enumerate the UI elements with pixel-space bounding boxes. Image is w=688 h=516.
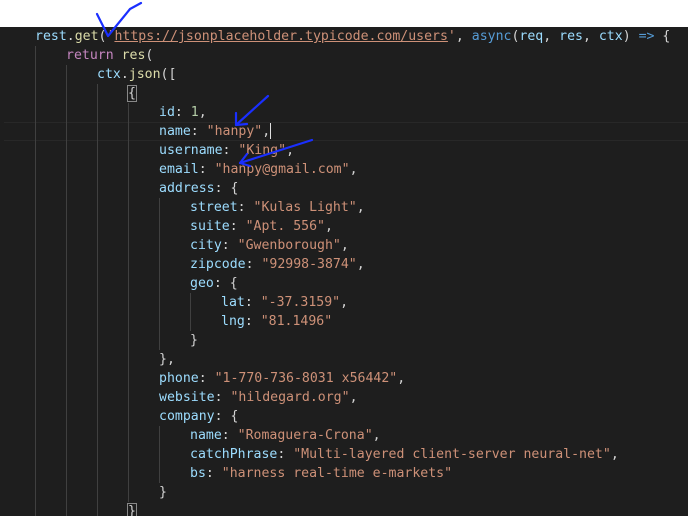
- matched-bracket-close: }: [127, 503, 137, 516]
- code-line-bs: bs: "harness real-time e-markets": [0, 464, 688, 483]
- text-cursor: [270, 123, 272, 139]
- code-line-catchphrase: catchPhrase: "Multi-layered client-serve…: [0, 445, 688, 464]
- matched-bracket-open: {: [127, 85, 137, 102]
- code-lines: rest.get('https://jsonplaceholder.typico…: [0, 27, 688, 516]
- token-async: async: [471, 29, 512, 44]
- code-line-website: website: "hildegard.org",: [0, 388, 688, 407]
- url-link[interactable]: https://jsonplaceholder.typicode.com/use…: [114, 29, 447, 44]
- token-rest: rest: [35, 29, 67, 44]
- code-editor[interactable]: rest.get('https://jsonplaceholder.typico…: [0, 27, 688, 516]
- code-line-city: city: "Gwenborough",: [0, 236, 688, 255]
- code-line-lng: lng: "81.1496": [0, 312, 688, 331]
- code-line-zipcode: zipcode: "92998-3874",: [0, 255, 688, 274]
- code-line-suite: suite: "Apt. 556",: [0, 217, 688, 236]
- code-line-geo-close: }: [0, 331, 688, 350]
- token-get: get: [74, 29, 99, 44]
- code-line-id: id: 1,: [0, 103, 688, 122]
- code-line-lat: lat: "-37.3159",: [0, 293, 688, 312]
- code-line-close-brace: }: [0, 502, 688, 516]
- code-line-company: company: {: [0, 407, 688, 426]
- code-line-geo: geo: {: [0, 274, 688, 293]
- code-line-email: email: "hanpy@gmail.com",: [0, 160, 688, 179]
- code-line-phone: phone: "1-770-736-8031 x56442",: [0, 369, 688, 388]
- code-line-company-name: name: "Romaguera-Crona",: [0, 426, 688, 445]
- code-line-street: street: "Kulas Light",: [0, 198, 688, 217]
- code-line-return: return res(: [0, 46, 688, 65]
- top-margin: [0, 0, 688, 27]
- code-line-address-close: },: [0, 350, 688, 369]
- code-line-ctx-json: ctx.json([: [0, 65, 688, 84]
- code-line-address: address: {: [0, 179, 688, 198]
- code-line-company-close: }: [0, 483, 688, 502]
- code-line-open-brace: {: [0, 84, 688, 103]
- code-line-name: name: "hanpy",: [0, 122, 688, 141]
- code-line-username: username: "King",: [0, 141, 688, 160]
- code-line-route: rest.get('https://jsonplaceholder.typico…: [35, 29, 671, 44]
